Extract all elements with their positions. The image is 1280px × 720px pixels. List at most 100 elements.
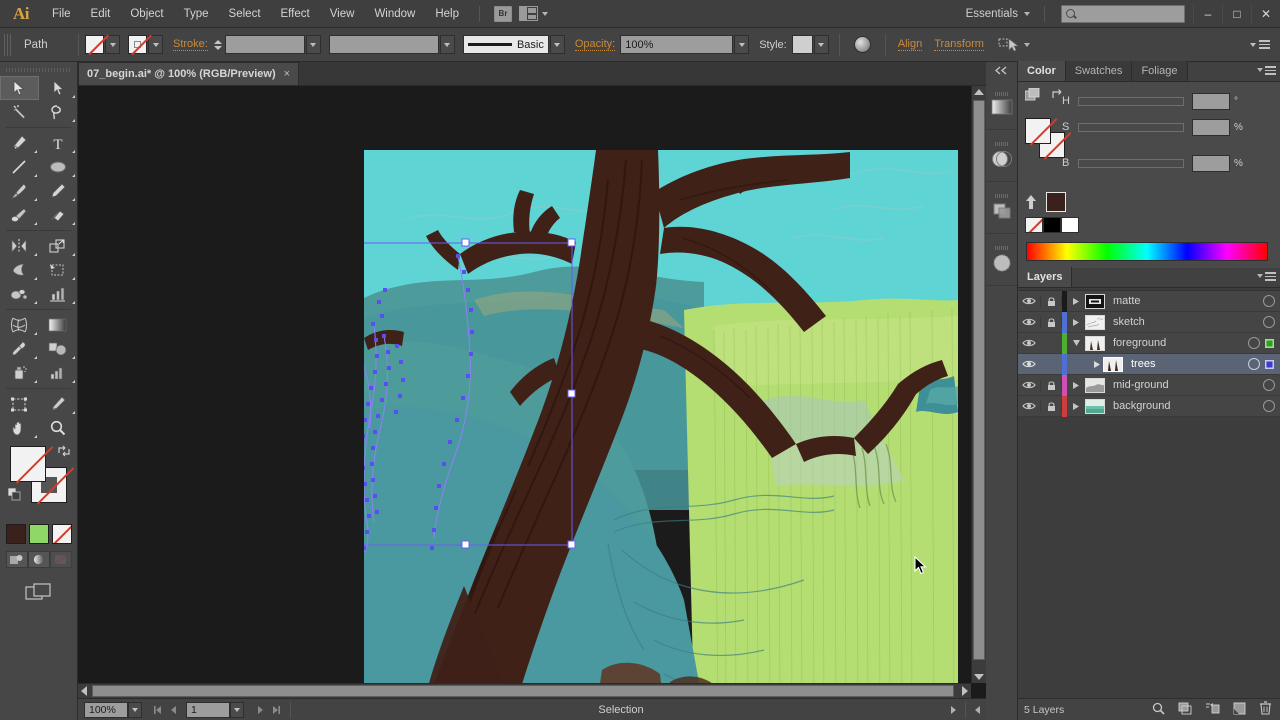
screen-mode-button[interactable] (0, 582, 77, 602)
variable-width-profile-input[interactable] (328, 35, 439, 54)
layer-name[interactable]: matte (1105, 295, 1263, 307)
mesh-tool[interactable] (0, 313, 39, 337)
target-indicator-icon[interactable] (1263, 379, 1275, 391)
layer-row-foreground[interactable]: foreground (1018, 332, 1280, 354)
menu-file[interactable]: File (42, 0, 81, 28)
expand-triangle-icon[interactable] (1067, 381, 1085, 390)
target-indicator-icon[interactable] (1263, 316, 1275, 328)
blend-tool[interactable] (39, 337, 78, 361)
tab-foliage[interactable]: Foliage (1132, 61, 1188, 81)
last-used-color-swatch[interactable] (1046, 192, 1066, 212)
hue-slider[interactable] (1078, 96, 1184, 106)
fill-swatch-none-icon[interactable] (85, 35, 104, 54)
target-indicator-icon[interactable] (1263, 295, 1275, 307)
menu-object[interactable]: Object (120, 0, 173, 28)
gradient-panel-button[interactable] (986, 78, 1017, 130)
tab-swatches[interactable]: Swatches (1065, 61, 1133, 81)
menu-type[interactable]: Type (174, 0, 219, 28)
target-indicator-icon[interactable] (1248, 337, 1260, 349)
expand-triangle-icon[interactable] (1067, 318, 1085, 327)
appearance-panel-button[interactable] (986, 234, 1017, 286)
line-segment-tool[interactable] (0, 155, 39, 179)
pathfinder-panel-button[interactable] (986, 182, 1017, 234)
tab-color[interactable]: Color (1018, 61, 1066, 81)
visibility-toggle-icon[interactable] (1018, 338, 1040, 348)
workspace-switcher[interactable]: Essentials (958, 4, 1038, 24)
vertical-scrollbar-thumb[interactable] (973, 100, 985, 660)
select-similar-control[interactable] (998, 37, 1030, 53)
layer-row-trees[interactable]: trees (1018, 353, 1280, 375)
target-indicator-icon[interactable] (1263, 400, 1275, 412)
menu-help[interactable]: Help (425, 0, 469, 28)
layer-name[interactable]: mid-ground (1105, 379, 1263, 391)
zoom-level-dropdown[interactable] (128, 701, 142, 718)
visibility-toggle-icon[interactable] (1018, 359, 1040, 369)
hue-input[interactable] (1192, 92, 1230, 110)
close-icon[interactable]: × (284, 68, 290, 80)
opacity-dropdown[interactable] (734, 35, 750, 54)
none-mode-button[interactable] (49, 551, 72, 568)
expand-triangle-icon[interactable] (1067, 297, 1085, 306)
toolbar-fill-swatch-none[interactable] (10, 446, 46, 482)
transform-panel-link[interactable]: Transform (934, 38, 984, 51)
expand-triangle-icon[interactable] (1067, 360, 1103, 369)
color-mode-button[interactable] (5, 551, 28, 568)
color-spectrum-bar[interactable] (1026, 242, 1268, 261)
saturation-slider[interactable] (1078, 122, 1184, 132)
arrange-documents-button[interactable] (516, 4, 550, 24)
ellipse-tool[interactable] (39, 155, 78, 179)
layer-name[interactable]: sketch (1105, 316, 1263, 328)
color-panel-menu-button[interactable] (1253, 66, 1276, 75)
menu-select[interactable]: Select (219, 0, 271, 28)
opacity-input[interactable]: 100% (620, 35, 734, 54)
scale-tool[interactable] (39, 234, 78, 258)
rotate-tool[interactable] (0, 234, 39, 258)
collapse-panels-button[interactable] (986, 62, 1017, 78)
status-collapse-button[interactable] (970, 701, 986, 719)
selection-tool[interactable] (0, 76, 39, 100)
fill-stroke-indicator-icon[interactable] (1025, 88, 1041, 102)
width-tool[interactable] (0, 258, 39, 282)
last-artboard-button[interactable] (268, 701, 284, 719)
apply-last-color-icon[interactable] (1023, 194, 1039, 210)
graphic-style-swatch[interactable] (791, 35, 813, 54)
variable-width-profile-dropdown[interactable] (439, 35, 455, 54)
menu-effect[interactable]: Effect (271, 0, 320, 28)
menu-window[interactable]: Window (364, 0, 425, 28)
status-text[interactable]: Selection (297, 704, 945, 716)
control-bar-grip[interactable] (4, 33, 12, 56)
lock-toggle-icon[interactable] (1040, 316, 1062, 328)
stroke-swatch-none-icon[interactable] (128, 35, 147, 54)
graphic-style-dropdown[interactable] (813, 35, 829, 54)
layer-name[interactable]: trees (1123, 358, 1248, 370)
default-fill-stroke-icon[interactable] (7, 487, 21, 501)
gradient-tool[interactable] (39, 313, 78, 337)
menu-view[interactable]: View (320, 0, 365, 28)
document-tab[interactable]: 07_begin.ai* @ 100% (RGB/Preview) × (78, 62, 300, 85)
align-panel-link[interactable]: Align (897, 38, 923, 51)
lock-toggle-icon[interactable] (1040, 379, 1062, 391)
stroke-weight-label[interactable]: Stroke: (173, 38, 208, 51)
recolor-artwork-icon[interactable] (853, 36, 871, 53)
slice-tool[interactable] (39, 392, 78, 416)
zoom-tool[interactable] (39, 416, 78, 440)
artboard[interactable]: 人人素材 www.rr-sc.com (364, 150, 958, 698)
type-tool[interactable]: T (39, 131, 78, 155)
magic-wand-tool[interactable] (0, 100, 39, 124)
maximize-button[interactable]: □ (1222, 3, 1251, 24)
paintbrush-tool[interactable] (0, 179, 39, 203)
stroke-dropdown-button[interactable] (148, 35, 163, 54)
brush-definition-dropdown[interactable] (549, 35, 565, 54)
collapse-triangle-icon[interactable] (1067, 339, 1085, 347)
artboard-tool[interactable] (0, 392, 39, 416)
horizontal-scrollbar-thumb[interactable] (92, 685, 954, 697)
blob-brush-tool[interactable] (0, 203, 39, 227)
visibility-toggle-icon[interactable] (1018, 317, 1040, 327)
locate-object-icon[interactable] (1152, 702, 1165, 718)
canvas-horizontal-scrollbar[interactable] (78, 683, 971, 698)
quick-swatch-none[interactable] (1025, 217, 1043, 233)
first-artboard-button[interactable] (150, 701, 166, 719)
fill-dropdown-button[interactable] (105, 35, 120, 54)
tab-layers[interactable]: Layers (1018, 267, 1073, 287)
make-clipping-mask-icon[interactable] (1178, 702, 1192, 718)
